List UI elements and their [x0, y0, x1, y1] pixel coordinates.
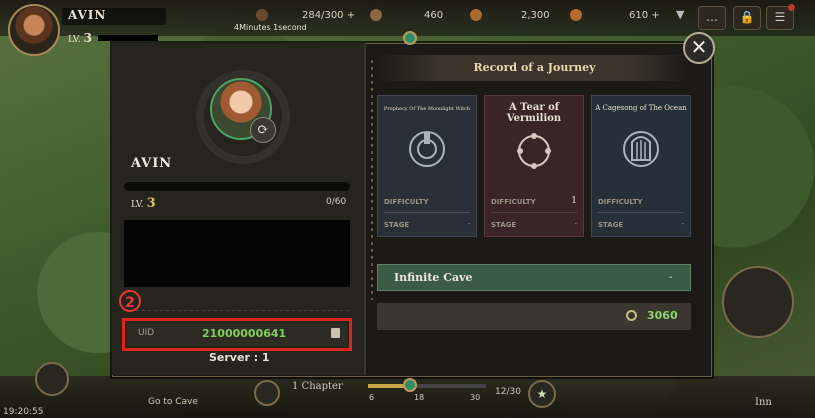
gem-icon	[570, 9, 582, 21]
infinite-cave-label: Infinite Cave	[394, 271, 473, 284]
lock-icon: 🔒	[739, 10, 755, 24]
coin-icon	[626, 310, 637, 321]
stage-label: STAGE	[384, 221, 410, 229]
card-divider	[384, 212, 470, 213]
hero-level-prefix: LV.	[131, 200, 144, 210]
chapter-label: 1 Chapter	[292, 381, 343, 392]
score-row	[377, 303, 691, 330]
journey-card-title: A Tear of Vermilion	[506, 102, 562, 124]
infinite-cave-value: -	[669, 272, 673, 283]
journey-card-title: Prophecy Of The Moonlight Witch	[383, 106, 471, 112]
menu-icon: ☰	[774, 10, 786, 24]
profile-comment-box[interactable]	[124, 220, 350, 287]
rope-decoration	[371, 60, 373, 300]
gems-value[interactable]: 610 +	[629, 10, 660, 21]
hero-level-value: 3	[146, 196, 156, 211]
hero-xp-count: 0/60	[326, 197, 347, 207]
hero-name: AVIN	[131, 156, 173, 171]
uid-highlight-box	[122, 318, 352, 351]
stage-value: -	[467, 220, 470, 228]
stage-value: -	[574, 220, 577, 228]
difficulty-label: DIFFICULTY	[491, 198, 536, 206]
panel-divider	[364, 43, 366, 375]
clock-tower-emblem-icon	[409, 131, 445, 167]
card-divider	[598, 212, 684, 213]
progress-tick: 18	[414, 393, 425, 402]
progress-tick: 6	[369, 393, 375, 402]
record-title: Record of a Journey	[378, 55, 691, 81]
frame-gem-bottom	[403, 378, 417, 392]
inn-label[interactable]: Inn	[755, 397, 772, 408]
player-xp-bar	[98, 35, 158, 41]
journey-card[interactable]: A Cagesong of The Ocean DIFFICULTY STAGE…	[591, 95, 691, 237]
stage-label: STAGE	[598, 221, 624, 229]
player-name: AVIN	[68, 8, 107, 22]
server-label: Server : 1	[209, 351, 270, 364]
change-portrait-button[interactable]: ⟳	[250, 117, 276, 143]
difficulty-value: 1	[571, 196, 577, 206]
location-pin-icon[interactable]	[254, 380, 280, 406]
stage-value: -	[681, 220, 684, 228]
journey-card[interactable]: A Tear of Vermilion DIFFICULTY 1 STAGE -	[484, 95, 584, 237]
star-reward-button[interactable]: ★	[528, 380, 556, 408]
hero-xp-bar	[124, 182, 350, 191]
vermilion-emblem-icon	[517, 133, 551, 169]
ocean-cage-emblem-icon	[623, 131, 659, 167]
lock-button[interactable]: 🔒	[733, 6, 761, 30]
card-divider	[491, 212, 577, 213]
map-button[interactable]	[35, 362, 69, 396]
difficulty-label: DIFFICULTY	[384, 198, 429, 206]
stars-count: 12/30	[495, 387, 521, 397]
resource-1-value: 460	[424, 10, 444, 21]
player-level: LV. 3	[68, 31, 92, 45]
score-value: 3060	[647, 309, 678, 322]
player-level-value: 3	[83, 31, 92, 45]
progress-tick: 30	[470, 393, 481, 402]
difficulty-label: DIFFICULTY	[598, 198, 643, 206]
go-to-cave-label[interactable]: Go to Cave	[148, 397, 198, 407]
frame-gem-top	[403, 31, 417, 45]
dashed-divider	[124, 310, 350, 311]
stamina-value[interactable]: 284/300 +	[302, 10, 355, 21]
close-button[interactable]: ✕	[683, 32, 715, 64]
close-icon: ✕	[690, 35, 708, 59]
journey-card[interactable]: Prophecy Of The Moonlight Witch DIFFICUL…	[377, 95, 477, 237]
stamina-timer: 4Minutes 1second	[234, 23, 307, 32]
annotation-marker: 2	[119, 290, 141, 312]
dropdown-icon[interactable]: ▼	[676, 8, 684, 21]
notification-badge	[788, 4, 795, 11]
player-level-prefix: LV.	[68, 35, 81, 45]
chat-button[interactable]: …	[698, 6, 726, 30]
inn-boot-button[interactable]	[722, 266, 794, 338]
stage-label: STAGE	[491, 221, 517, 229]
stamina-icon	[256, 9, 268, 21]
bread-icon	[470, 9, 482, 21]
refresh-icon: ⟳	[257, 122, 269, 138]
mushroom-icon	[370, 9, 382, 21]
journey-card-title: A Cagesong of The Ocean	[595, 104, 687, 112]
chat-icon: …	[706, 10, 718, 24]
clock: 19:20:55	[3, 407, 44, 417]
player-avatar[interactable]	[8, 4, 60, 56]
hero-level: LV. 3	[131, 196, 156, 211]
resource-2-value: 2,300	[521, 10, 550, 21]
